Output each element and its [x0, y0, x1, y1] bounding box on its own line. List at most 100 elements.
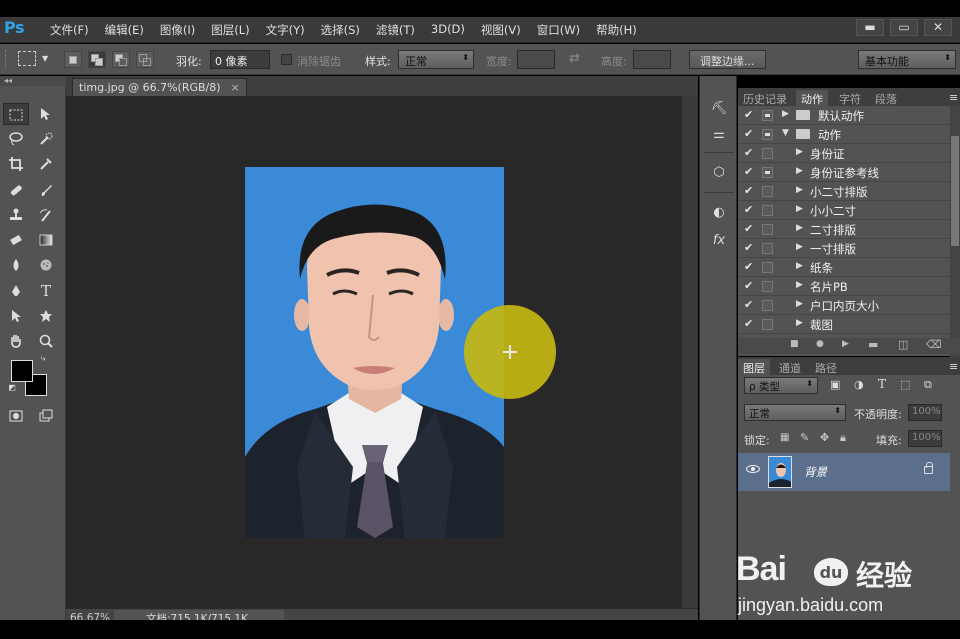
tab-character[interactable]: 字符 [834, 90, 866, 106]
eyedropper-tool-icon[interactable] [33, 153, 59, 175]
styles-icon[interactable]: ◐ [708, 202, 730, 224]
menu-file[interactable]: 文件(F) [42, 22, 97, 38]
action-row[interactable]: ✔ ▶ 身份证参考线 [738, 163, 950, 182]
chevron-right-icon[interactable]: ▶ [796, 299, 803, 309]
subtract-selection-button[interactable] [112, 51, 130, 68]
play-icon[interactable]: ▶ [842, 339, 849, 349]
stop-icon[interactable]: ■ [790, 339, 799, 349]
check-icon[interactable]: ✔ [744, 146, 753, 159]
intersect-selection-button[interactable] [136, 51, 154, 68]
check-icon[interactable]: ✔ [744, 317, 753, 330]
layer-row-background[interactable]: 背景 [738, 453, 950, 491]
brush-tool-icon[interactable] [33, 179, 59, 201]
feather-input[interactable]: 0 像素 [210, 50, 270, 69]
chevron-right-icon[interactable]: ▶ [796, 261, 803, 271]
action-row[interactable]: ✔ ▶ 裁图 [738, 315, 950, 334]
dialog-toggle-icon[interactable] [762, 110, 773, 121]
width-input[interactable] [517, 50, 555, 69]
blur-tool-icon[interactable] [3, 254, 29, 276]
check-icon[interactable]: ✔ [744, 260, 753, 273]
new-action-icon[interactable]: ◫ [898, 338, 908, 351]
antialias-checkbox[interactable] [281, 54, 292, 65]
check-icon[interactable]: ✔ [744, 184, 753, 197]
menu-type[interactable]: 文字(Y) [258, 22, 313, 38]
chevron-right-icon[interactable]: ▶ [796, 147, 803, 157]
height-input[interactable] [633, 50, 671, 69]
menu-edit[interactable]: 编辑(E) [97, 22, 152, 38]
check-icon[interactable]: ✔ [744, 222, 753, 235]
action-row[interactable]: ✔ ▶ 一寸排版 [738, 239, 950, 258]
minimize-button[interactable]: ▬ [856, 19, 884, 36]
menu-select[interactable]: 选择(S) [313, 22, 368, 38]
default-colors-icon[interactable]: ◩ [6, 382, 18, 394]
history-brush-tool-icon[interactable] [33, 204, 59, 226]
marquee-preset-icon[interactable] [18, 51, 36, 66]
fx-icon[interactable]: fx [708, 230, 730, 252]
hand-tool-icon[interactable] [3, 330, 29, 352]
healing-brush-tool-icon[interactable] [3, 179, 29, 201]
tab-layers[interactable]: 图层 [738, 359, 770, 375]
action-row[interactable]: ✔ ▶ 身份证 [738, 144, 950, 163]
chevron-right-icon[interactable]: ▶ [796, 242, 803, 252]
gradient-tool-icon[interactable] [33, 229, 59, 251]
crop-tool-icon[interactable] [3, 153, 29, 175]
collapse-icon[interactable]: ◂◂ [0, 76, 66, 86]
eye-icon[interactable] [746, 465, 760, 473]
chevron-right-icon[interactable]: ▶ [796, 204, 803, 214]
vertical-scrollbar[interactable] [682, 96, 698, 608]
dialog-toggle-icon[interactable] [762, 319, 773, 330]
dialog-toggle-icon[interactable] [762, 205, 773, 216]
menu-view[interactable]: 视图(V) [473, 22, 529, 38]
dialog-toggle-icon[interactable] [762, 300, 773, 311]
lock-transparency-icon[interactable]: ▦ [780, 432, 789, 443]
scroll-thumb[interactable] [951, 136, 959, 246]
menu-image[interactable]: 图像(I) [152, 22, 203, 38]
type-filter-icon[interactable]: T [878, 377, 886, 391]
quick-mask-icon[interactable] [3, 405, 29, 427]
shape-filter-icon[interactable]: ⬚ [900, 378, 910, 391]
layer-filter-select[interactable]: ρ 类型 ⬍ [744, 377, 818, 394]
3d-cube-icon[interactable]: ⬡ [708, 162, 730, 184]
dialog-toggle-icon[interactable] [762, 281, 773, 292]
sponge-tool-icon[interactable] [33, 254, 59, 276]
action-row[interactable]: ✔ ▶ 小小二寸 [738, 201, 950, 220]
menu-help[interactable]: 帮助(H) [588, 22, 645, 38]
dialog-toggle-icon[interactable] [762, 224, 773, 235]
action-row[interactable]: ✔ ▶ 二寸排版 [738, 220, 950, 239]
foreground-color-swatch[interactable] [11, 360, 33, 382]
chevron-down-icon[interactable]: ▼ [782, 128, 789, 138]
eraser-tool-icon[interactable] [3, 229, 29, 251]
menu-3d[interactable]: 3D(D) [423, 22, 473, 38]
adjustments-icon[interactable]: ⚌ [708, 124, 730, 146]
brush-presets-icon[interactable]: ⛏ [708, 98, 730, 120]
smart-object-filter-icon[interactable]: ⧉ [924, 378, 932, 392]
check-icon[interactable]: ✔ [744, 279, 753, 292]
chevron-right-icon[interactable]: ▶ [796, 318, 803, 328]
check-icon[interactable]: ✔ [744, 165, 753, 178]
move-tool-icon[interactable] [33, 103, 59, 125]
chevron-right-icon[interactable]: ▶ [796, 223, 803, 233]
chevron-right-icon[interactable]: ▶ [782, 109, 789, 119]
tab-actions[interactable]: 动作 [796, 90, 828, 106]
zoom-tool-icon[interactable] [33, 330, 59, 352]
fill-input[interactable]: 100% [908, 430, 942, 447]
new-set-folder-icon[interactable]: ▬ [868, 338, 878, 351]
check-icon[interactable]: ✔ [744, 203, 753, 216]
adjustment-filter-icon[interactable]: ◑ [854, 378, 864, 391]
style-select[interactable]: 正常 ⬍ [398, 50, 474, 69]
rect-marquee-tool-icon[interactable] [3, 103, 29, 125]
check-icon[interactable]: ✔ [744, 298, 753, 311]
screen-mode-icon[interactable] [33, 405, 59, 427]
action-row[interactable]: ✔ ▶ 小二寸排版 [738, 182, 950, 201]
menu-window[interactable]: 窗口(W) [529, 22, 588, 38]
dialog-toggle-icon[interactable] [762, 243, 773, 254]
document-tab[interactable]: timg.jpg @ 66.7%(RGB/8) × [72, 78, 247, 96]
new-selection-button[interactable] [64, 51, 82, 68]
close-button[interactable]: ✕ [924, 19, 952, 36]
lock-brush-icon[interactable]: ✎ [800, 431, 809, 444]
check-icon[interactable]: ✔ [744, 108, 753, 121]
pixel-filter-icon[interactable]: ▣ [830, 378, 840, 391]
close-tab-icon[interactable]: × [231, 81, 240, 94]
stamp-tool-icon[interactable] [3, 204, 29, 226]
check-icon[interactable]: ✔ [744, 127, 753, 140]
